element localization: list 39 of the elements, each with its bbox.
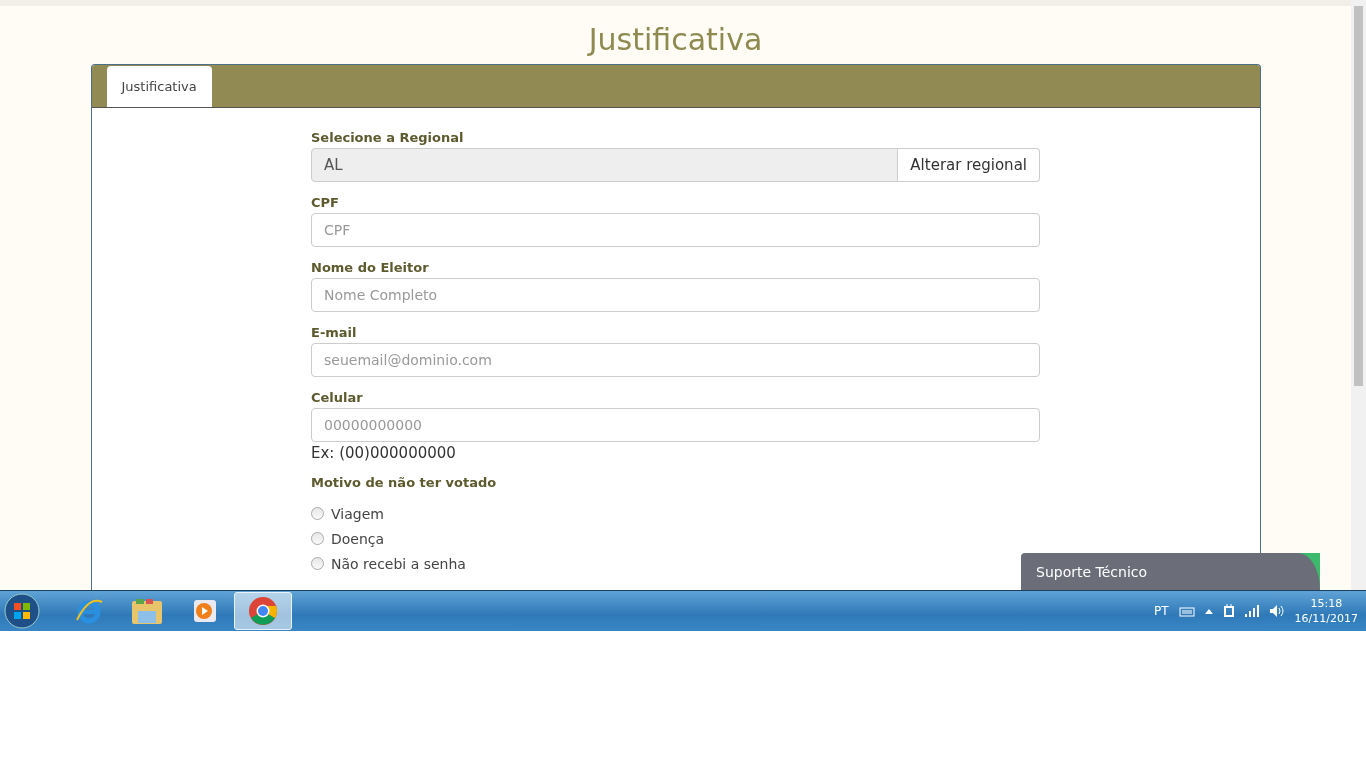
field-label: Motivo de não ter votado: [311, 475, 498, 490]
support-widget[interactable]: Suporte Técnico: [1021, 553, 1320, 590]
page-title: Justificativa: [588, 22, 763, 58]
radio-button[interactable]: [311, 557, 324, 570]
regional-field: AL: [311, 148, 899, 182]
radio-label: Viagem: [331, 505, 384, 522]
field-label: Nome do Eleitor: [311, 260, 430, 275]
scrollbar-thumb[interactable]: [1354, 6, 1363, 386]
clock[interactable]: 15:18 16/11/2017: [1294, 596, 1358, 626]
radio-button[interactable]: [311, 532, 324, 545]
chrome-icon: [248, 596, 278, 626]
field-label: E-mail: [311, 325, 358, 340]
taskbar-app[interactable]: [234, 592, 292, 630]
radio-label: Doença: [331, 530, 385, 547]
input-field[interactable]: 00000000000: [311, 408, 1040, 442]
date-text: 16/11/2017: [1294, 611, 1358, 626]
input-field[interactable]: CPF: [311, 213, 1040, 247]
language-indicator[interactable]: PT: [1154, 604, 1169, 618]
signal-icon[interactable]: [1244, 605, 1259, 617]
field-label: Celular: [311, 390, 364, 405]
time-text: 15:18: [1310, 596, 1343, 611]
tab[interactable]: Justificativa: [106, 66, 212, 107]
support-label: Suporte Técnico: [1036, 563, 1148, 580]
radio-button[interactable]: [311, 507, 324, 520]
input-field[interactable]: Nome Completo: [311, 278, 1040, 312]
power-plug-icon[interactable]: [1222, 604, 1235, 618]
radio-label: Não recebi a senha: [331, 555, 466, 572]
speaker-icon[interactable]: [1268, 604, 1285, 618]
folder-icon: [131, 597, 163, 625]
keyboard-icon[interactable]: [1178, 605, 1195, 617]
field-hint: Ex: (00)000000000: [311, 444, 457, 462]
scrollbar[interactable]: [1351, 0, 1366, 590]
field-label: Selecione a Regional: [311, 130, 465, 145]
start-button-icon[interactable]: [2, 592, 42, 630]
up-caret-icon[interactable]: [1204, 608, 1213, 614]
change-regional-button[interactable]: Alterar regional: [898, 148, 1040, 182]
field-label: CPF: [311, 195, 340, 210]
media-player-icon: [192, 598, 218, 624]
input-field[interactable]: seuemail@dominio.com: [311, 343, 1040, 377]
